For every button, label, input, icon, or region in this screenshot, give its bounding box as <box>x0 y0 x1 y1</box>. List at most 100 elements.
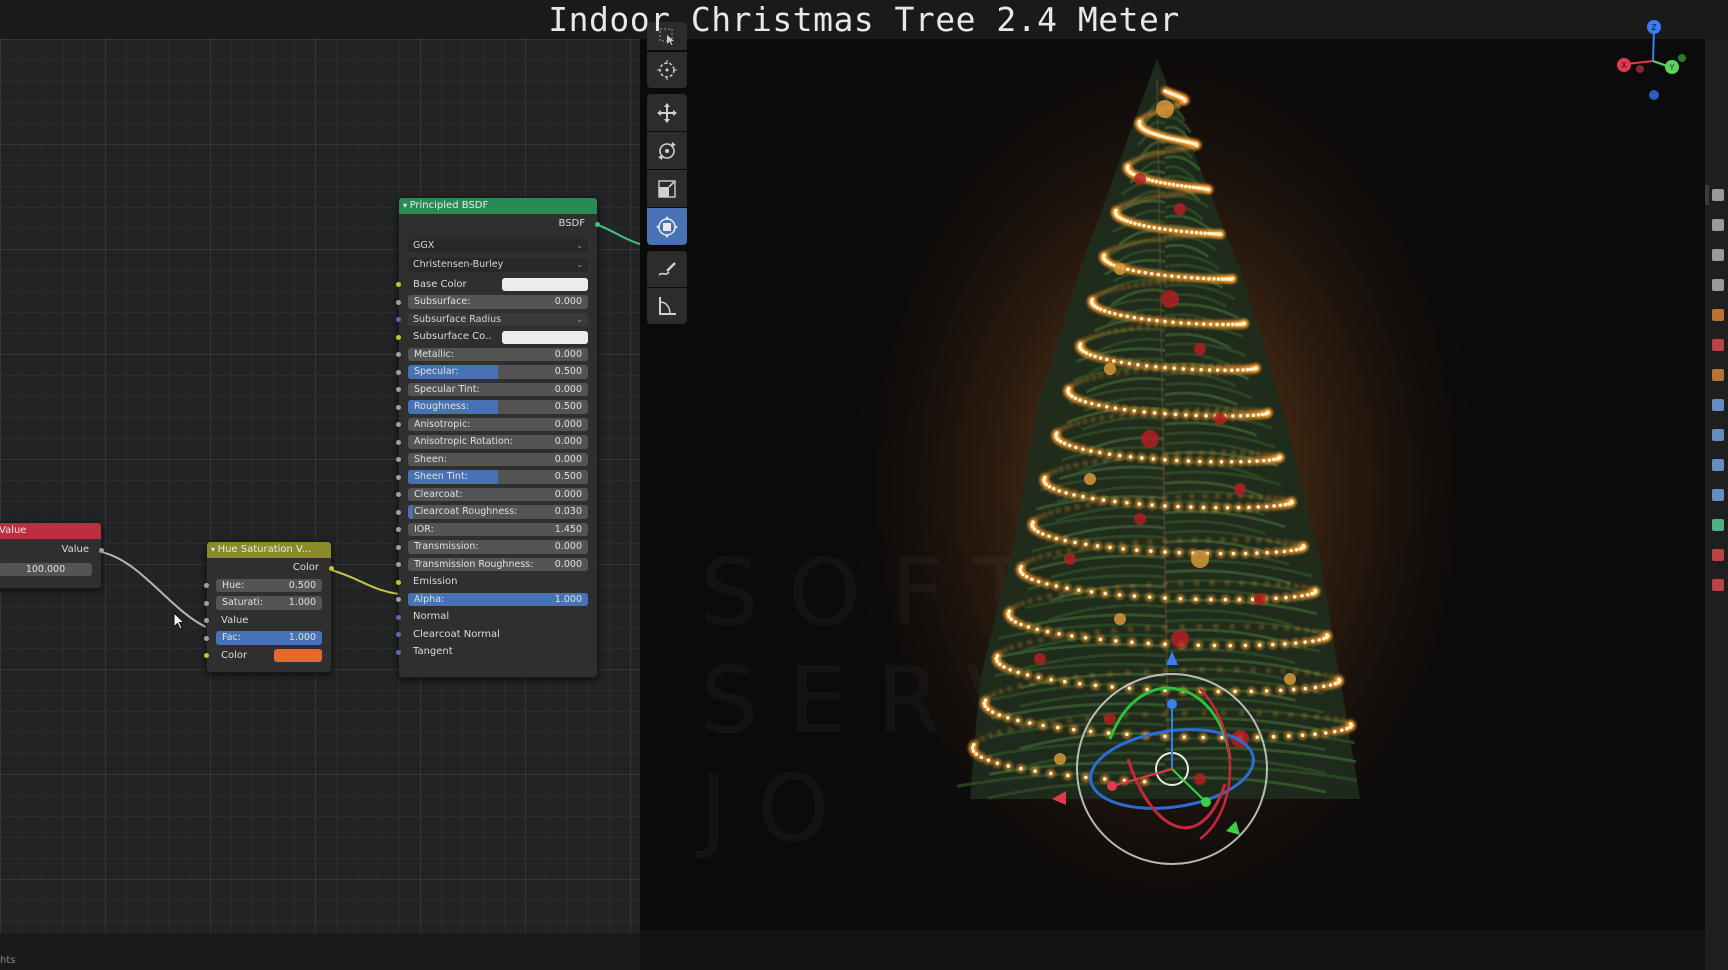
constraints-icon[interactable] <box>1712 489 1724 501</box>
ornament-ball <box>1174 203 1186 215</box>
modifier-icon[interactable] <box>1712 399 1724 411</box>
output-icon[interactable] <box>1712 249 1724 261</box>
saturation-socket[interactable] <box>204 600 209 606</box>
sheen-tint-socket[interactable] <box>396 474 401 480</box>
gizmo-neg-y[interactable] <box>1678 54 1686 62</box>
clearcoat-field[interactable]: Clearcoat: 0.000 <box>408 487 588 501</box>
value-node[interactable]: Value Value 100.000 <box>0 522 104 589</box>
subsurface-socket[interactable] <box>396 299 401 305</box>
normal-socket[interactable] <box>396 614 401 620</box>
transform-tool[interactable] <box>647 208 687 245</box>
transmission-field[interactable]: Transmission: 0.000 <box>408 540 588 554</box>
light-bulb-glow <box>1266 537 1273 544</box>
color-input-socket[interactable] <box>204 653 209 658</box>
tangent-socket[interactable] <box>396 649 401 655</box>
value-field[interactable]: 100.000 <box>0 562 92 576</box>
render-icon[interactable] <box>1712 219 1724 231</box>
clearcoat-normal-socket[interactable] <box>396 632 401 637</box>
light-bulb-glow <box>1248 450 1255 457</box>
ior-field[interactable]: IOR: 1.450 <box>408 522 588 536</box>
ior-socket[interactable] <box>396 527 401 532</box>
light-bulb <box>1271 734 1276 739</box>
cursor-tool[interactable] <box>647 52 687 88</box>
saturation-field[interactable]: Saturati: 1.000 <box>216 596 322 610</box>
fac-field[interactable]: Fac: 1.000 <box>216 631 322 645</box>
subsurface-radius-dropdown[interactable]: Subsurface Radius ⌄ <box>408 312 588 326</box>
particles-icon[interactable] <box>1712 429 1724 441</box>
subsurface-color-swatch[interactable] <box>502 330 588 344</box>
clearcoat-roughness-socket[interactable] <box>396 509 401 515</box>
anisotropic-rotation-socket[interactable] <box>396 439 401 445</box>
tool-icon[interactable] <box>1712 189 1724 201</box>
base-color-swatch[interactable] <box>502 278 588 291</box>
subsurface-color-socket[interactable] <box>396 334 401 340</box>
view-layer-icon[interactable] <box>1712 279 1724 291</box>
alpha-field[interactable]: Alpha: 1.000 <box>408 592 588 606</box>
principled-header[interactable]: ▾ Principled BSDF <box>399 198 597 214</box>
specular-tint-socket[interactable] <box>396 387 401 392</box>
light-bulb <box>1332 729 1337 734</box>
specular-field[interactable]: Specular: 0.500 <box>408 365 588 379</box>
data-icon[interactable] <box>1712 519 1724 531</box>
specular-tint-field[interactable]: Specular Tint: 0.000 <box>408 382 588 396</box>
annotate-tool[interactable] <box>647 251 687 287</box>
light-bulb <box>1035 627 1040 632</box>
sheen-socket[interactable] <box>396 457 401 462</box>
material-icon[interactable] <box>1712 549 1724 561</box>
hue-saturation-node[interactable]: ▾ Hue Saturation V... Color Hue: 0.500 S… <box>204 541 334 673</box>
hue-socket[interactable] <box>204 583 209 588</box>
light-bulb <box>1189 505 1193 509</box>
clearcoat-roughness-field[interactable]: Clearcoat Roughness: 0.030 <box>408 505 588 519</box>
transmission-socket[interactable] <box>396 544 401 550</box>
ornament-ball <box>1114 613 1126 625</box>
scale-tool[interactable] <box>647 170 687 207</box>
properties-tab[interactable] <box>1705 185 1709 205</box>
light-bulb <box>1208 322 1213 327</box>
base-color-socket[interactable] <box>396 282 401 287</box>
roughness-socket[interactable] <box>396 404 401 410</box>
emission-socket[interactable] <box>396 579 401 585</box>
light-bulb-glow <box>990 691 997 698</box>
fac-socket[interactable] <box>204 635 209 641</box>
texture-icon[interactable] <box>1712 579 1724 591</box>
alpha-socket[interactable] <box>396 597 401 602</box>
rotate-tool[interactable] <box>647 132 687 169</box>
subsurface-radius-socket[interactable] <box>396 317 401 322</box>
gizmo-neg-z[interactable] <box>1649 90 1659 100</box>
sheen-field[interactable]: Sheen: 0.000 <box>408 452 588 466</box>
3d-viewport[interactable]: SOFTW SERV JO <box>640 39 1705 970</box>
hsv-color-swatch[interactable] <box>274 649 322 662</box>
subsurface-field[interactable]: Subsurface: 0.000 <box>408 295 588 309</box>
scene-icon[interactable] <box>1712 309 1724 321</box>
value-output-socket[interactable] <box>99 547 104 553</box>
clearcoat-socket[interactable] <box>396 492 401 497</box>
object-icon[interactable] <box>1712 369 1724 381</box>
move-tool[interactable] <box>647 94 687 131</box>
christmas-tree-scene[interactable] <box>640 39 1705 970</box>
light-bulb-glow <box>1224 362 1230 369</box>
value-node-header[interactable]: Value <box>0 523 101 539</box>
anisotropic-rotation-field[interactable]: Anisotropic Rotation: 0.000 <box>408 435 588 449</box>
hsv-value-row: Value <box>204 612 331 630</box>
anisotropic-socket[interactable] <box>396 422 401 427</box>
bsdf-output-socket[interactable] <box>595 221 600 227</box>
measure-tool[interactable] <box>647 288 687 324</box>
gizmo-neg-x[interactable] <box>1636 65 1644 73</box>
physics-icon[interactable] <box>1712 459 1724 471</box>
subsurface-method-dropdown[interactable]: Christensen-Burley ⌄ <box>408 258 588 272</box>
value-input-socket[interactable] <box>204 618 209 623</box>
anisotropic-field[interactable]: Anisotropic: 0.000 <box>408 417 588 431</box>
principled-bsdf-node[interactable]: ▾ Principled BSDF BSDF GGX ⌄ Christensen… <box>396 197 600 678</box>
specular-socket[interactable] <box>396 369 401 375</box>
sheen-tint-field[interactable]: Sheen Tint: 0.500 <box>408 470 588 484</box>
transmission-roughness-field[interactable]: Transmission Roughness: 0.000 <box>408 557 588 571</box>
hue-saturation-header[interactable]: ▾ Hue Saturation V... <box>207 542 331 558</box>
distribution-dropdown[interactable]: GGX ⌄ <box>408 238 588 252</box>
roughness-field[interactable]: Roughness: 0.500 <box>408 400 588 414</box>
world-icon[interactable] <box>1712 339 1724 351</box>
hue-field[interactable]: Hue: 0.500 <box>216 578 322 592</box>
metallic-field[interactable]: Metallic: 0.000 <box>408 347 588 361</box>
transmission-roughness-socket[interactable] <box>396 562 401 567</box>
hsv-output-socket[interactable] <box>329 565 334 571</box>
metallic-socket[interactable] <box>396 352 401 357</box>
